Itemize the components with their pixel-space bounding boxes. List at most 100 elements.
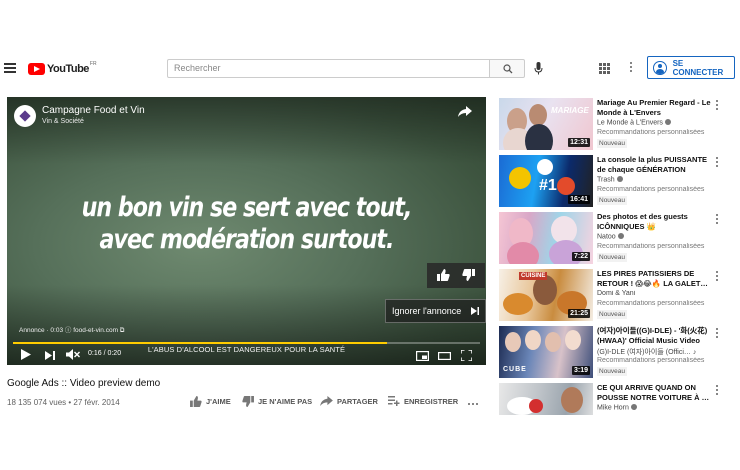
search-input[interactable]: Rechercher	[167, 59, 490, 78]
apps-grid-icon[interactable]	[599, 63, 610, 74]
recommendation-reason: Recommandations personnalisées	[597, 186, 705, 193]
recommendation-title[interactable]: Des photos et des guests ICÔNNIQUES 👑	[597, 212, 715, 231]
video-options-icon[interactable]	[716, 328, 719, 340]
video-options-icon[interactable]	[716, 271, 719, 283]
miniplayer-icon[interactable]	[416, 351, 429, 361]
channel-name[interactable]: (G)I-DLE (여자)아이들 (Offici… ♪	[597, 347, 715, 357]
verified-icon	[630, 404, 637, 410]
video-options-icon[interactable]	[716, 157, 719, 169]
logo-region: FR	[89, 61, 97, 67]
channel-name-text: Natoo	[597, 233, 616, 241]
sign-in-button[interactable]: SE CONNECTER	[647, 56, 735, 79]
new-badge: Nouveau	[597, 367, 628, 376]
video-thumbnail[interactable]: #1 16:41	[499, 155, 593, 207]
recommendation-item[interactable]: #1 16:41 La console la plus PUISSANTE de…	[499, 155, 735, 207]
ad-info-link[interactable]: Annonce · 0:03 ⓘ food-et-vin.com ⧉	[19, 324, 124, 335]
channel-name[interactable]: Domi & Yani	[597, 290, 715, 297]
recommendation-item[interactable]: MARIAGE 12:31 Mariage Au Premier Regard …	[499, 98, 735, 150]
more-actions-icon[interactable]	[468, 403, 478, 405]
skip-next-icon	[471, 307, 479, 315]
theater-mode-icon[interactable]	[438, 351, 451, 361]
video-options-icon[interactable]	[716, 214, 719, 226]
menu-icon[interactable]	[4, 63, 16, 73]
verified-icon	[664, 119, 671, 125]
dislike-button[interactable]: JE N'AIME PAS	[242, 396, 312, 407]
video-duration: 21:25	[568, 309, 590, 318]
channel-name[interactable]: Trash	[597, 176, 715, 184]
verified-icon	[616, 176, 623, 182]
share-label: PARTAGER	[337, 396, 378, 406]
share-arrow-icon	[320, 396, 333, 406]
skip-ad-label: Ignorer l'annonce	[392, 306, 462, 316]
recommendation-title[interactable]: Mariage Au Premier Regard - Le Monde à L…	[597, 98, 715, 117]
video-thumbnail[interactable]: 7:22	[499, 212, 593, 264]
new-badge: Nouveau	[597, 196, 628, 205]
recommendation-title[interactable]: CE QUI ARRIVE QUAND ON POUSSE NOTRE VOIT…	[597, 383, 715, 402]
recommendation-reason: Recommandations personnalisées	[597, 129, 705, 136]
channel-name[interactable]: Le Monde à L'Envers	[597, 119, 715, 127]
slogan-line-2: avec modération surtout.	[99, 224, 395, 255]
slogan-line-1: un bon vin se sert avec tout,	[81, 192, 413, 223]
video-thumbnail[interactable]	[499, 383, 593, 415]
play-icon[interactable]	[21, 349, 31, 360]
settings-menu-icon[interactable]	[630, 62, 633, 74]
video-thumbnail[interactable]: CUBE 3:19	[499, 326, 593, 378]
channel-name[interactable]: Natoo	[597, 233, 715, 241]
logo-text: YouTube	[47, 63, 89, 75]
recommendation-title[interactable]: La console la plus PUISSANTE de chaque G…	[597, 155, 715, 174]
recommendation-title[interactable]: LES PIRES PATISSIERS DE RETOUR ! 😱😂🔥 LA …	[597, 269, 715, 288]
search-icon	[503, 64, 513, 74]
thumbs-up-icon[interactable]	[437, 269, 450, 281]
top-bar: YouTube FR Rechercher SE CONNECTER	[0, 54, 740, 84]
youtube-logo[interactable]: YouTube FR	[28, 61, 97, 76]
video-duration: 7:22	[571, 252, 590, 261]
ad-subtitle: Vin & Société	[42, 118, 84, 125]
progress-bar[interactable]	[13, 342, 480, 344]
video-options-icon[interactable]	[716, 385, 719, 397]
next-video-icon[interactable]	[45, 351, 55, 360]
recommendation-reason: Recommandations personnalisées	[597, 300, 705, 307]
video-options-icon[interactable]	[716, 100, 719, 112]
youtube-play-icon	[28, 63, 45, 75]
video-title: Google Ads :: Video preview demo	[7, 378, 161, 389]
video-thumbnail[interactable]: MARIAGE 12:31	[499, 98, 593, 150]
recommendation-item[interactable]: CUISINE 21:25 LES PIRES PATISSIERS DE RE…	[499, 269, 735, 321]
playlist-add-icon	[388, 396, 400, 406]
skip-ad-button[interactable]: Ignorer l'annonce	[385, 299, 486, 323]
thumbnail-caption: MARIAGE	[551, 106, 589, 115]
thumbs-down-icon[interactable]	[462, 269, 475, 281]
sign-in-label: SE CONNECTER	[672, 58, 724, 77]
recommendation-item[interactable]: CE QUI ARRIVE QUAND ON POUSSE NOTRE VOIT…	[499, 383, 735, 415]
search-button[interactable]	[489, 59, 525, 78]
recommendation-reason: Recommandations personnalisées	[597, 357, 705, 364]
video-player[interactable]: Campagne Food et Vin Vin & Société un bo…	[7, 97, 486, 365]
thumbnail-caption: CUISINE	[519, 272, 548, 280]
progress-fill	[13, 342, 387, 344]
advertiser-logo[interactable]	[14, 105, 36, 127]
recommendation-item[interactable]: 7:22 Des photos et des guests ICÔNNIQUES…	[499, 212, 735, 264]
video-duration: 16:41	[568, 195, 590, 204]
thumbnail-caption: CUBE	[503, 366, 527, 373]
share-arrow-icon[interactable]	[458, 106, 472, 117]
ad-title[interactable]: Campagne Food et Vin	[42, 105, 145, 116]
recommendation-reason: Recommandations personnalisées	[597, 243, 705, 250]
video-thumbnail[interactable]: CUISINE 21:25	[499, 269, 593, 321]
save-button[interactable]: ENREGISTRER	[388, 396, 458, 406]
microphone-icon[interactable]	[534, 62, 543, 75]
ad-rating-box	[427, 263, 485, 288]
view-count-date: 18 135 074 vues • 27 févr. 2014	[7, 398, 120, 407]
like-button[interactable]: J'AIME	[190, 396, 231, 407]
fullscreen-icon[interactable]	[461, 350, 472, 361]
volume-muted-icon[interactable]	[66, 349, 80, 360]
video-duration: 12:31	[568, 138, 590, 147]
recommendation-title[interactable]: (여자)아이들((G)I-DLE) - '화(火花)(HWAA)' Offici…	[597, 326, 715, 345]
account-icon	[653, 60, 667, 75]
channel-name-text: Trash	[597, 176, 615, 184]
share-button[interactable]: PARTAGER	[320, 396, 378, 406]
new-badge: Nouveau	[597, 253, 628, 262]
recommendation-item[interactable]: CUBE 3:19 (여자)아이들((G)I-DLE) - '화(火花)(HWA…	[499, 326, 735, 378]
ad-slogan: un bon vin se sert avec tout, avec modér…	[50, 192, 443, 256]
channel-name[interactable]: Mike Horn	[597, 404, 715, 412]
thumbnail-caption: #1	[539, 177, 557, 194]
channel-name-text: Mike Horn	[597, 404, 629, 412]
